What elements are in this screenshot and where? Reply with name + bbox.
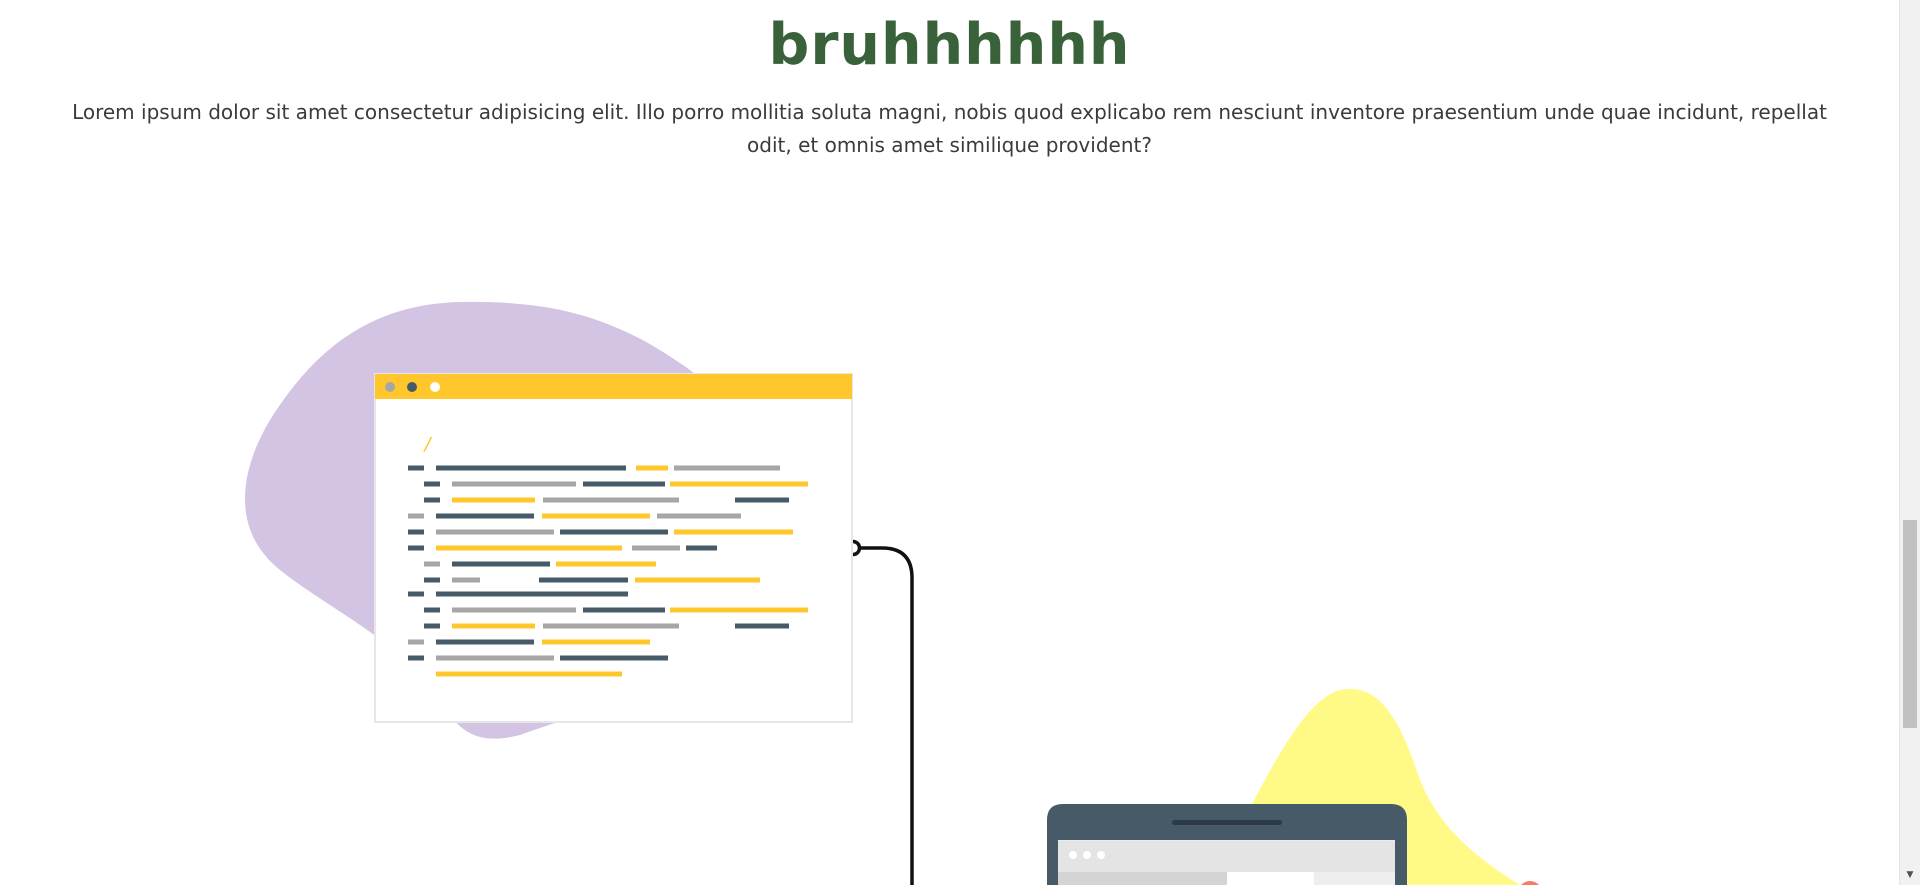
code-bar [452, 497, 535, 503]
code-bar [632, 545, 680, 551]
code-bar [539, 577, 628, 583]
code-bar [560, 529, 668, 535]
code-bar [436, 465, 626, 471]
code-bar [674, 465, 780, 471]
code-bar [674, 529, 793, 535]
code-bar [735, 497, 789, 503]
code-bar [542, 513, 650, 519]
code-bar [424, 607, 440, 613]
code-bar [436, 513, 534, 519]
code-bar [436, 529, 554, 535]
code-bar [408, 529, 424, 535]
page: bruhhhhhh Lorem ipsum dolor sit amet con… [0, 0, 1899, 885]
code-bar [735, 623, 789, 629]
code-slash: / [423, 434, 434, 455]
code-bar [452, 577, 480, 583]
vertical-scrollbar[interactable]: ▼ [1899, 0, 1920, 885]
code-bar [670, 481, 808, 487]
code-bar [436, 671, 622, 677]
hero-illustration: / [245, 301, 1539, 885]
code-bar [657, 513, 741, 519]
code-bar [436, 545, 622, 551]
code-bar [686, 545, 717, 551]
code-bar [424, 577, 440, 583]
code-bar [560, 655, 668, 661]
laptop-dot-icon [1069, 851, 1077, 859]
scrollbar-thumb[interactable] [1903, 520, 1917, 728]
code-bar [670, 607, 808, 613]
code-bar [424, 497, 440, 503]
code-bar [436, 655, 554, 661]
code-bar [436, 591, 628, 597]
window-dot-icon [407, 382, 417, 392]
code-bar [452, 623, 535, 629]
code-bar [452, 561, 550, 567]
window-dot-icon [430, 382, 440, 392]
code-window: / [374, 373, 853, 723]
laptop-dot-icon [1083, 851, 1091, 859]
code-bar [436, 639, 534, 645]
code-bar [556, 561, 656, 567]
code-bar [452, 481, 576, 487]
connector-line [853, 546, 914, 885]
code-bar [452, 607, 576, 613]
code-bar [543, 623, 679, 629]
code-bar [408, 465, 424, 471]
code-bar [542, 639, 650, 645]
code-bar [408, 591, 424, 597]
code-bar [583, 481, 665, 487]
red-accent-shape [1521, 881, 1539, 885]
laptop-dot-icon [1097, 851, 1105, 859]
code-bar [424, 561, 440, 567]
code-bar [408, 639, 424, 645]
code-bar [543, 497, 679, 503]
code-bar [424, 481, 440, 487]
window-dot-icon [385, 382, 395, 392]
code-bar [424, 623, 440, 629]
code-bar [636, 465, 668, 471]
code-bar [408, 513, 424, 519]
scroll-down-arrow-icon[interactable]: ▼ [1900, 868, 1920, 882]
code-bar [583, 607, 665, 613]
code-bar [635, 577, 760, 583]
code-bar [408, 655, 424, 661]
code-bar [408, 545, 424, 551]
laptop-illustration [1047, 804, 1407, 885]
